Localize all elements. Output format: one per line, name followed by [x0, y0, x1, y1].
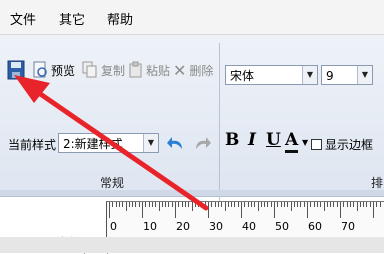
- annotation-arrow-shaft: [33, 88, 209, 211]
- annotation-arrow: [14, 75, 209, 211]
